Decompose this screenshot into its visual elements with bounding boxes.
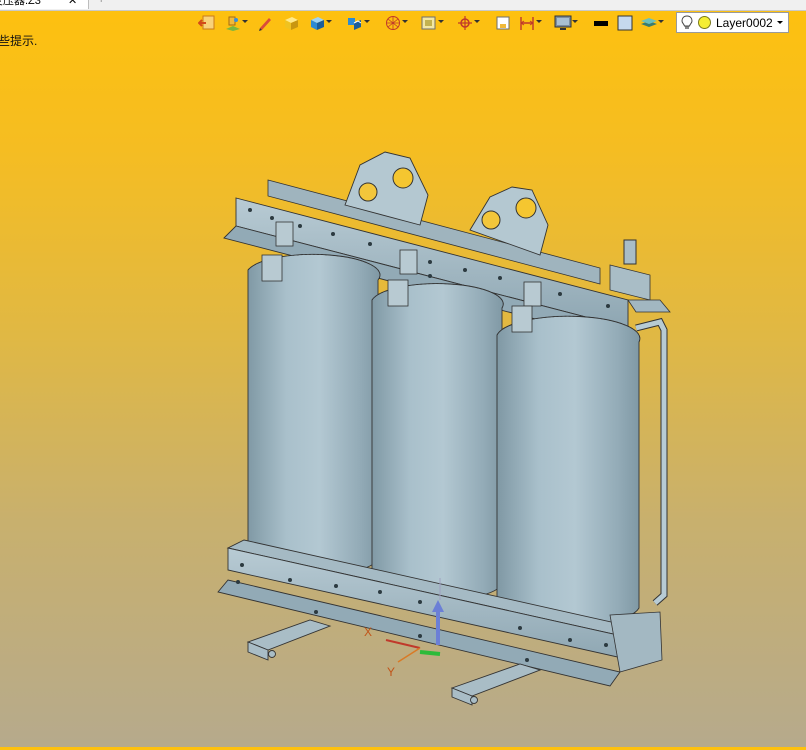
layer-selector[interactable]: Layer0002: [676, 12, 789, 33]
new-tab-icon[interactable]: +: [98, 0, 104, 6]
bulb-icon: [681, 15, 693, 33]
document-tab[interactable]: 变压器.Z3 ✕: [0, 0, 89, 9]
box-yellow-icon[interactable]: [280, 12, 304, 34]
sketch-icon[interactable]: [222, 12, 248, 34]
tab-title: 变压器.Z3: [0, 0, 41, 7]
square-frame-icon[interactable]: [418, 12, 444, 34]
sphere-wire-icon[interactable]: [382, 12, 408, 34]
axis-x-label: X: [364, 625, 372, 639]
filter-icon[interactable]: [492, 12, 516, 34]
coil-left: [245, 253, 381, 577]
dimension-icon[interactable]: [516, 12, 542, 34]
layer-color-icon: [698, 16, 711, 29]
pen-icon[interactable]: [254, 12, 278, 34]
exit-icon[interactable]: [196, 12, 220, 34]
monitor-icon[interactable]: [552, 12, 578, 34]
chevron-down-icon: [777, 21, 783, 24]
layers-icon[interactable]: [638, 12, 664, 34]
box-split-icon[interactable]: [344, 12, 370, 34]
blue-square-icon[interactable]: [614, 12, 638, 34]
coil-right: [495, 315, 641, 627]
box-blue-icon[interactable]: [306, 12, 332, 34]
black-bar-icon[interactable]: [590, 12, 614, 34]
layer-name: Layer0002: [716, 16, 773, 30]
3d-viewport[interactable]: X Y: [0, 40, 806, 747]
document-tab-bar: 变压器.Z3 ✕ +: [0, 0, 806, 11]
tab-close-icon[interactable]: ✕: [68, 0, 77, 8]
crosshair-icon[interactable]: [454, 12, 480, 34]
axis-y-label: Y: [387, 665, 395, 679]
coil-middle: [369, 283, 504, 602]
